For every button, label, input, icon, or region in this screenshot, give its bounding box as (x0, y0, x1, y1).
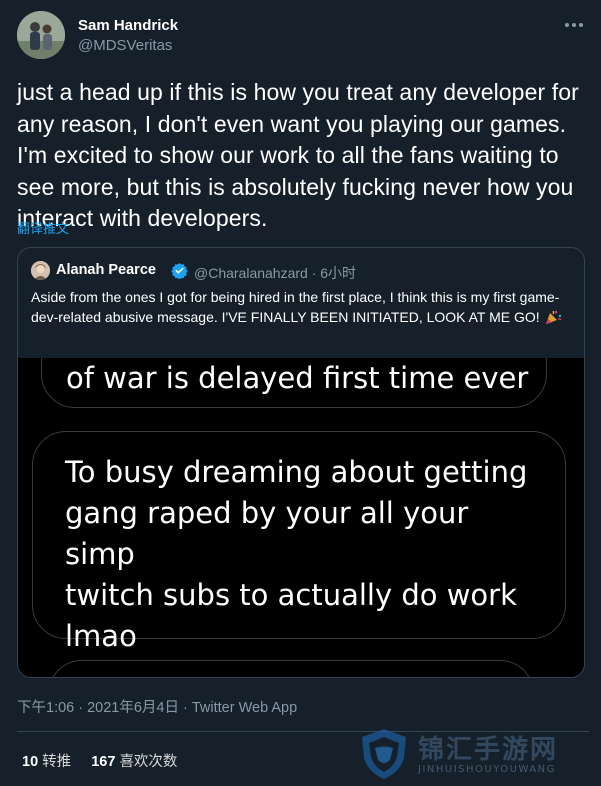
likes-count: 167 (91, 754, 116, 770)
site-watermark: 锦汇手游网 JINHUISHOUYOUWANG (356, 726, 596, 782)
message-bubble-1-text: of war is delayed first time ever (66, 361, 529, 395)
quoted-tweet-text: Aside from the ones I got for being hire… (31, 289, 560, 325)
message-line: To busy dreaming about getting (65, 455, 528, 489)
message-line: lmao (65, 619, 137, 653)
likes-label: 喜欢次数 (119, 754, 178, 770)
quoted-author-avatar (31, 261, 50, 280)
tweet-stats: 10 转推 167 喜欢次数 (22, 750, 193, 771)
quoted-tweet-text-wrap: Aside from the ones I got for being hire… (31, 287, 571, 327)
quoted-avatar-photo-icon (31, 261, 50, 280)
message-bubble-3 (48, 660, 534, 677)
author-avatar[interactable] (17, 11, 65, 59)
avatar-photo-icon (17, 11, 65, 59)
quoted-tweet-card[interactable]: Alanah Pearce @Charalanahzard · 6小时 Asid… (17, 247, 585, 678)
message-bubble-1: of war is delayed first time ever (41, 358, 547, 408)
tweet-detail-page: Sam Handrick @MDSVeritas just a head up … (0, 0, 601, 786)
retweets-stat[interactable]: 10 转推 (22, 750, 71, 771)
likes-stat[interactable]: 167 喜欢次数 (91, 750, 177, 771)
message-bubble-2: To busy dreaming about getting gang rape… (32, 431, 566, 653)
retweets-label: 转推 (42, 754, 72, 770)
party-popper-icon (545, 310, 562, 324)
tweet-body-text: just a head up if this is how you treat … (17, 79, 579, 231)
watermark-subtitle: JINHUISHOUYOUWANG (418, 764, 556, 775)
message-bubble-2-text: To busy dreaming about getting gang rape… (65, 452, 545, 657)
tweet-author-header: Sam Handrick @MDSVeritas (17, 11, 587, 61)
quoted-tweet-header: Alanah Pearce @Charalanahzard · 6小时 (31, 260, 571, 281)
message-line: twitch subs to actually do work (65, 578, 517, 612)
quoted-handle-and-time: @Charalanahzard · 6小时 (194, 265, 357, 281)
quoted-author-name: Alanah Pearce (56, 262, 156, 278)
watermark-title: 锦汇手游网 (418, 735, 559, 765)
message-line: gang raped by your all your simp (65, 496, 469, 571)
more-horizontal-icon[interactable] (563, 19, 585, 31)
translate-tweet-link[interactable]: 翻译推文 (17, 218, 69, 237)
author-display-name[interactable]: Sam Handrick (78, 17, 178, 34)
verified-badge-icon (171, 263, 188, 279)
quoted-tweet-image[interactable]: of war is delayed first time ever To bus… (18, 358, 584, 677)
retweets-count: 10 (22, 754, 39, 770)
tweet-timestamp[interactable]: 下午1:06 · 2021年6月4日 · Twitter Web App (17, 696, 297, 717)
shield-logo-icon (362, 729, 406, 779)
author-handle[interactable]: @MDSVeritas (78, 37, 172, 54)
